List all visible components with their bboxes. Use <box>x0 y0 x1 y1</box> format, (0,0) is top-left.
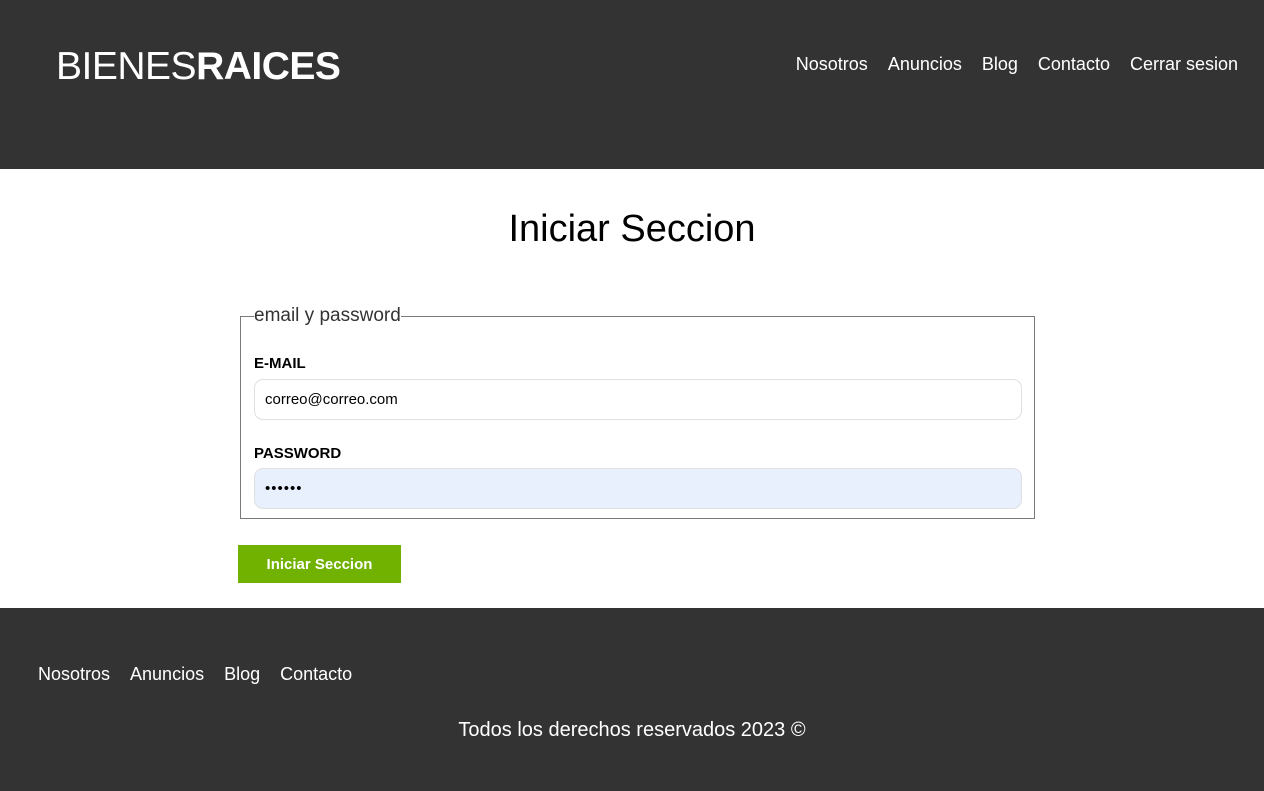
email-input[interactable] <box>254 379 1022 420</box>
logo-text-bold: RAICES <box>196 45 341 88</box>
login-submit-button[interactable]: Iniciar Seccion <box>238 545 401 583</box>
nav-link-cerrar-sesion[interactable]: Cerrar sesion <box>1130 52 1238 76</box>
nav-link-anuncios[interactable]: Anuncios <box>888 52 962 76</box>
footer-link-anuncios[interactable]: Anuncios <box>130 662 204 686</box>
password-input[interactable] <box>254 468 1022 509</box>
site-header: BIENESRAICES Nosotros Anuncios Blog Cont… <box>0 0 1264 169</box>
page-title: Iniciar Seccion <box>508 208 756 250</box>
nav-link-nosotros[interactable]: Nosotros <box>796 52 868 76</box>
footer-link-contacto[interactable]: Contacto <box>280 662 352 686</box>
nav-link-blog[interactable]: Blog <box>982 52 1018 76</box>
main-content: Iniciar Seccion email y password E-MAIL … <box>0 169 1264 608</box>
footer-nav: Nosotros Anuncios Blog Contacto <box>38 662 352 686</box>
site-logo[interactable]: BIENESRAICES <box>56 44 341 90</box>
email-label: E-MAIL <box>254 355 306 372</box>
footer-link-nosotros[interactable]: Nosotros <box>38 662 110 686</box>
fieldset-legend: email y password <box>254 305 401 326</box>
nav-link-contacto[interactable]: Contacto <box>1038 52 1110 76</box>
login-fieldset: email y password E-MAIL PASSWORD <box>240 305 1035 519</box>
site-footer: Nosotros Anuncios Blog Contacto Todos lo… <box>0 608 1264 791</box>
header-nav: Nosotros Anuncios Blog Contacto Cerrar s… <box>796 52 1238 76</box>
footer-link-blog[interactable]: Blog <box>224 662 260 686</box>
logo-text-light: BIENES <box>56 45 197 88</box>
copyright-text: Todos los derechos reservados 2023 © <box>458 719 806 741</box>
password-label: PASSWORD <box>254 445 342 462</box>
